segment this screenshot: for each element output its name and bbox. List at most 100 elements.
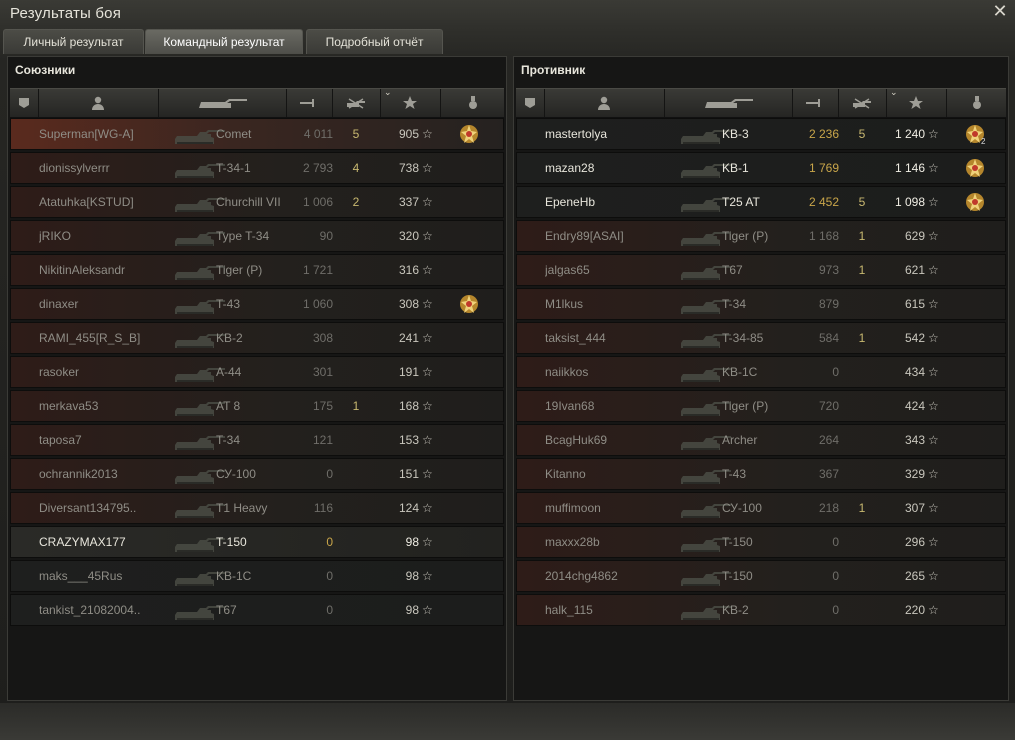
kills-value <box>349 561 363 591</box>
player-icon[interactable] <box>544 89 665 117</box>
player-row[interactable]: merkava53 AT 8 175 1 168 ☆ <box>10 390 504 422</box>
medal-badge-icon[interactable]: 2 <box>964 119 986 149</box>
player-icon[interactable] <box>38 89 159 117</box>
player-name: Atatuhka[KSTUD] <box>39 195 134 209</box>
xp-value: 343 <box>904 433 925 447</box>
star-icon: ☆ <box>928 365 939 379</box>
tank-name: Comet <box>216 127 252 141</box>
player-row[interactable]: maxxx28b T-150 0 296 ☆ <box>516 526 1006 558</box>
player-name: taposa7 <box>39 433 82 447</box>
star-icon: ☆ <box>928 331 939 345</box>
xp-value: 424 <box>904 399 925 413</box>
player-row[interactable]: Superman[WG-A] Comet 4 011 5 905 ☆ <box>10 118 504 150</box>
player-row[interactable]: mastertolya KB-3 2 236 5 1 240 ☆ 2 <box>516 118 1006 150</box>
player-name: halk_115 <box>545 603 593 617</box>
close-icon[interactable]: ✕ <box>991 2 1009 20</box>
medal-icon[interactable] <box>946 89 1008 117</box>
damage-value: 90 <box>319 229 333 243</box>
medal-icon[interactable] <box>440 89 506 117</box>
tank-name: Type T-34 <box>216 229 270 243</box>
tank-icon[interactable] <box>664 89 793 117</box>
tab-team-result[interactable]: Командный результат <box>145 29 303 54</box>
xp-value: 153 <box>398 433 419 447</box>
kills-value: 1 <box>858 331 866 345</box>
player-row[interactable]: 19Ivan68 Tiger (P) 720 424 ☆ <box>516 390 1006 422</box>
player-row[interactable]: dinaxer T-43 1 060 308 ☆ <box>10 288 504 320</box>
player-name: taksist_444 <box>545 331 606 345</box>
squad-icon[interactable] <box>10 89 39 117</box>
player-row[interactable]: jalgas65 T67 973 1 621 ☆ <box>516 254 1006 286</box>
star-icon: ☆ <box>422 535 433 549</box>
player-row[interactable]: taksist_444 T-34-85 584 1 542 ☆ <box>516 322 1006 354</box>
player-row[interactable]: M1lkus T-34 879 615 ☆ <box>516 288 1006 320</box>
player-row[interactable]: Atatuhka[KSTUD] Churchill VII 1 006 2 33… <box>10 186 504 218</box>
xp-star-icon[interactable]: ⌄ <box>380 87 441 117</box>
player-row[interactable]: CRAZYMAX177 T-150 0 98 ☆ <box>10 526 504 558</box>
player-row[interactable]: tankist_21082004.. T67 0 98 ☆ <box>10 594 504 626</box>
star-icon: ☆ <box>422 127 433 141</box>
tab-detailed-report[interactable]: Подробный отчёт <box>306 29 443 54</box>
player-name: maks___45Rus <box>39 569 123 583</box>
tab-personal-result[interactable]: Личный результат <box>3 29 144 54</box>
enemies-list: mastertolya KB-3 2 236 5 1 240 ☆ 2 mazan… <box>516 118 1006 628</box>
player-row[interactable]: jRIKO Type T-34 90 320 ☆ <box>10 220 504 252</box>
player-name: jRIKO <box>39 229 72 243</box>
kills-value <box>855 289 869 319</box>
player-name: BcagHuk69 <box>545 433 608 447</box>
player-row[interactable]: naiikkos KB-1C 0 434 ☆ <box>516 356 1006 388</box>
medal-badge-icon <box>458 357 480 387</box>
player-row[interactable]: mazan28 KB-1 1 769 1 146 ☆ <box>516 152 1006 184</box>
xp-star-icon[interactable]: ⌄ <box>886 87 947 117</box>
xp-value: 124 <box>398 501 419 515</box>
player-row[interactable]: 2014chg4862 T-150 0 265 ☆ <box>516 560 1006 592</box>
player-name: rasoker <box>39 365 80 379</box>
medal-badge-icon <box>458 527 480 557</box>
player-row[interactable]: BcagHuk69 Archer 264 343 ☆ <box>516 424 1006 456</box>
star-icon: ☆ <box>422 195 433 209</box>
star-icon: ☆ <box>422 161 433 175</box>
damage-icon[interactable] <box>286 89 333 117</box>
player-row[interactable]: Diversant134795.. T1 Heavy 116 124 ☆ <box>10 492 504 524</box>
xp-value: 621 <box>904 263 925 277</box>
medal-badge-icon[interactable] <box>964 187 986 217</box>
kills-value <box>349 493 363 523</box>
kills-icon[interactable] <box>332 89 381 117</box>
medal-badge-icon[interactable] <box>964 153 986 183</box>
xp-value: 629 <box>904 229 925 243</box>
tank-name: KB-1C <box>722 365 758 379</box>
tank-name: СУ-100 <box>216 467 256 481</box>
damage-icon[interactable] <box>792 89 839 117</box>
squad-icon[interactable] <box>516 89 545 117</box>
medal-badge-icon[interactable] <box>458 289 480 319</box>
medal-badge-icon <box>964 595 986 625</box>
svg-text:2: 2 <box>981 137 986 145</box>
tank-icon[interactable] <box>158 89 287 117</box>
kills-value <box>855 357 869 387</box>
xp-value: 316 <box>398 263 419 277</box>
player-row[interactable]: Kitanno T-43 367 329 ☆ <box>516 458 1006 490</box>
medal-badge-icon <box>458 493 480 523</box>
player-row[interactable]: NikitinAleksandr Tiger (P) 1 721 316 ☆ <box>10 254 504 286</box>
player-name: EpeneHb <box>545 195 596 209</box>
player-row[interactable]: taposa7 T-34 121 153 ☆ <box>10 424 504 456</box>
player-row[interactable]: ochrannik2013 СУ-100 0 151 ☆ <box>10 458 504 490</box>
player-row[interactable]: rasoker A-44 301 191 ☆ <box>10 356 504 388</box>
star-icon: ☆ <box>422 365 433 379</box>
player-row[interactable]: dionissylverrr T-34-1 2 793 4 738 ☆ <box>10 152 504 184</box>
player-row[interactable]: RAMI_455[R_S_B] KB-2 308 241 ☆ <box>10 322 504 354</box>
damage-value: 308 <box>312 331 333 345</box>
xp-value: 98 <box>405 569 419 583</box>
xp-value: 265 <box>904 569 925 583</box>
star-icon: ☆ <box>422 331 433 345</box>
medal-badge-icon[interactable] <box>458 119 480 149</box>
player-row[interactable]: EpeneHb T25 AT 2 452 5 1 098 ☆ <box>516 186 1006 218</box>
player-name: maxxx28b <box>545 535 600 549</box>
player-row[interactable]: muffimoon СУ-100 218 1 307 ☆ <box>516 492 1006 524</box>
tank-name: Tiger (P) <box>722 399 769 413</box>
damage-value: 0 <box>832 603 839 617</box>
player-row[interactable]: maks___45Rus KB-1C 0 98 ☆ <box>10 560 504 592</box>
kills-icon[interactable] <box>838 89 887 117</box>
player-row[interactable]: halk_115 KB-2 0 220 ☆ <box>516 594 1006 626</box>
kills-value <box>349 323 363 353</box>
player-row[interactable]: Endry89[ASAI] Tiger (P) 1 168 1 629 ☆ <box>516 220 1006 252</box>
